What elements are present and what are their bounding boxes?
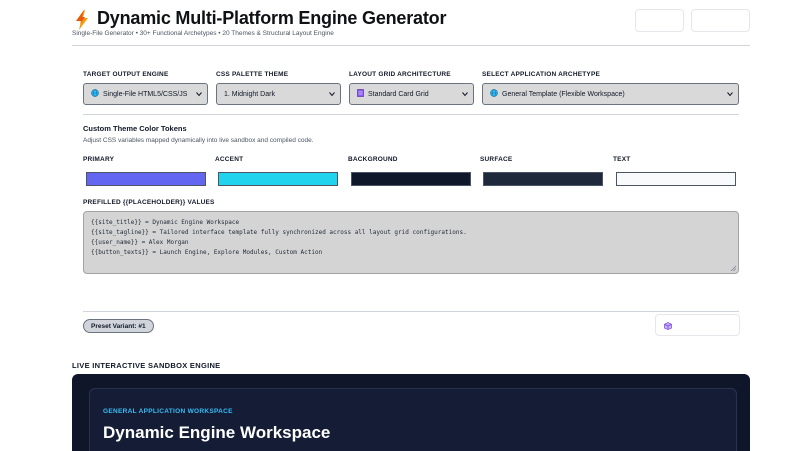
token-label-primary: PRIMARY xyxy=(83,156,115,163)
palette-select-value: 1. Midnight Dark xyxy=(224,90,275,98)
color-input-text[interactable] xyxy=(616,172,736,186)
color-input-surface[interactable] xyxy=(483,172,603,186)
sandbox-section-label: LIVE INTERACTIVE SANDBOX ENGINE xyxy=(72,361,221,370)
placeholders-label: PREFILLED {{PLACEHOLDER}} VALUES xyxy=(83,199,215,206)
chevron-down-icon xyxy=(462,92,468,97)
preset-variant-button[interactable]: Preset Variant: #1 xyxy=(83,319,154,333)
placeholder-line: {{user_name}} = Alex Morgan xyxy=(91,239,189,246)
engine-select-value: Single-File HTML5/CSS/JS xyxy=(103,90,188,98)
engine-label: TARGET OUTPUT ENGINE xyxy=(83,71,169,78)
header-action-button[interactable] xyxy=(635,9,684,32)
token-label-background: BACKGROUND xyxy=(348,156,398,163)
chevron-down-icon xyxy=(329,92,335,97)
palette-select[interactable]: 1. Midnight Dark xyxy=(216,83,341,105)
archetype-select-value: General Template (Flexible Workspace) xyxy=(502,90,625,98)
download-button[interactable] xyxy=(655,314,740,336)
tokens-description: Adjust CSS variables mapped dynamically … xyxy=(83,137,314,144)
placeholder-line: {{site_title}} = Dynamic Engine Workspac… xyxy=(91,219,240,226)
token-label-text: TEXT xyxy=(613,156,631,163)
app-header: Dynamic Multi-Platform Engine Generator … xyxy=(72,8,750,46)
page-subtitle: Single-File Generator • 30+ Functional A… xyxy=(72,30,334,37)
header-export-button[interactable] xyxy=(691,9,750,32)
chevron-down-icon xyxy=(196,92,202,97)
placeholder-line: {{site_tagline}} = Tailored interface te… xyxy=(91,229,467,236)
sandbox-title: Dynamic Engine Workspace xyxy=(103,423,331,442)
grid-select[interactable]: Standard Card Grid xyxy=(349,83,474,105)
config-panel: TARGET OUTPUT ENGINE Single-File HTML5/C… xyxy=(72,46,750,340)
engine-select[interactable]: Single-File HTML5/CSS/JS xyxy=(83,83,208,105)
resize-handle-icon[interactable] xyxy=(730,265,736,271)
globe-icon xyxy=(490,89,498,99)
section-divider xyxy=(83,114,739,115)
chevron-down-icon xyxy=(727,92,733,97)
lightning-bolt-icon xyxy=(76,10,88,30)
placeholder-line: {{button_texts}} = Launch Engine, Explor… xyxy=(91,249,323,256)
archetype-label: SELECT APPLICATION ARCHETYPE xyxy=(482,71,601,78)
section-divider xyxy=(83,311,739,312)
placeholders-textarea[interactable]: {{site_title}} = Dynamic Engine Workspac… xyxy=(83,211,739,274)
tokens-title: Custom Theme Color Tokens xyxy=(83,124,187,133)
card-grid-icon xyxy=(357,89,364,99)
sandbox-preview: GENERAL APPLICATION WORKSPACE Dynamic En… xyxy=(72,374,750,451)
palette-label: CSS PALETTE THEME xyxy=(216,71,289,78)
color-input-background[interactable] xyxy=(351,172,471,186)
globe-icon xyxy=(91,89,99,99)
grid-select-value: Standard Card Grid xyxy=(368,90,429,98)
sandbox-eyebrow: GENERAL APPLICATION WORKSPACE xyxy=(103,408,233,415)
archetype-select[interactable]: General Template (Flexible Workspace) xyxy=(482,83,739,105)
sandbox-hero-card: GENERAL APPLICATION WORKSPACE Dynamic En… xyxy=(89,388,737,451)
grid-label: LAYOUT GRID ARCHITECTURE xyxy=(349,71,451,78)
package-icon xyxy=(664,322,672,330)
color-input-primary[interactable] xyxy=(86,172,206,186)
page-title: Dynamic Multi-Platform Engine Generator xyxy=(97,8,447,28)
token-label-accent: ACCENT xyxy=(215,156,244,163)
color-input-accent[interactable] xyxy=(218,172,338,186)
token-label-surface: SURFACE xyxy=(480,156,513,163)
